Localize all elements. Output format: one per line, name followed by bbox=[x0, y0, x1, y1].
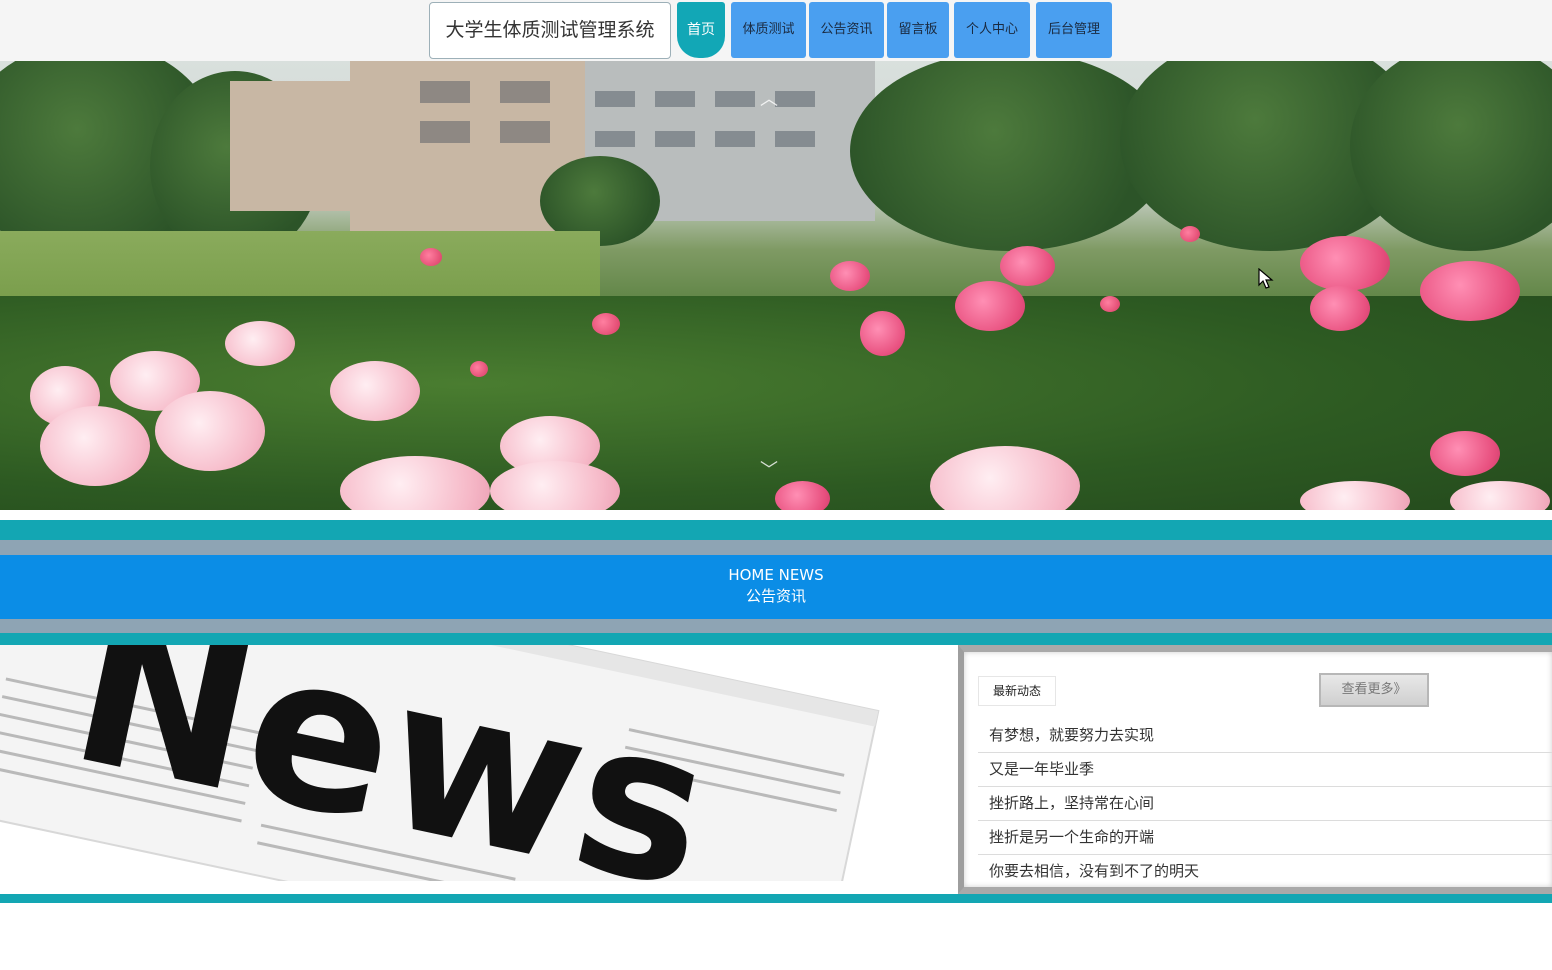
heading-english: HOME NEWS bbox=[728, 566, 824, 584]
nav-personal-center[interactable]: 个人中心 bbox=[954, 2, 1030, 58]
flower bbox=[1000, 246, 1055, 286]
view-more-button[interactable]: 查看更多》 bbox=[1319, 673, 1429, 707]
flower-bud bbox=[1100, 296, 1120, 312]
chevron-up-icon[interactable]: ︿ bbox=[760, 85, 778, 111]
flower bbox=[860, 311, 905, 356]
news-list: 有梦想，就要努力去实现 又是一年毕业季 挫折路上，坚持常在心间 挫折是另一个生命… bbox=[978, 719, 1552, 889]
news-list-item[interactable]: 又是一年毕业季 bbox=[978, 753, 1552, 787]
nav-fitness-test[interactable]: 体质测试 bbox=[731, 2, 806, 58]
chevron-down-icon[interactable]: ﹀ bbox=[760, 456, 778, 482]
flower-bud bbox=[420, 248, 442, 266]
divider-teal bbox=[0, 520, 1552, 540]
divider-gray bbox=[0, 540, 1552, 555]
divider-teal bbox=[0, 633, 1552, 645]
latest-news-tag: 最新动态 bbox=[978, 676, 1056, 706]
site-title[interactable]: 大学生体质测试管理系统 bbox=[429, 2, 671, 59]
flower bbox=[155, 391, 265, 471]
news-list-item[interactable]: 挫折路上，坚持常在心间 bbox=[978, 787, 1552, 821]
hero-banner[interactable]: ︿ ﹀ bbox=[0, 61, 1552, 510]
flower bbox=[830, 261, 870, 291]
flower bbox=[775, 481, 830, 510]
mouse-cursor-icon bbox=[1258, 268, 1274, 289]
news-image[interactable]: News bbox=[0, 645, 950, 889]
background-tree bbox=[1350, 61, 1552, 251]
nav-home[interactable]: 首页 bbox=[677, 2, 725, 58]
flower bbox=[225, 321, 295, 366]
flower bbox=[330, 361, 420, 421]
flower bbox=[1310, 286, 1370, 331]
nav-message-board[interactable]: 留言板 bbox=[887, 2, 949, 58]
latest-news-panel: 最新动态 查看更多》 有梦想，就要努力去实现 又是一年毕业季 挫折路上，坚持常在… bbox=[958, 645, 1552, 894]
divider-gray bbox=[0, 619, 1552, 633]
news-list-item[interactable]: 有梦想，就要努力去实现 bbox=[978, 719, 1552, 753]
footer-area bbox=[0, 903, 1552, 970]
flower-bud bbox=[592, 313, 620, 335]
heading-chinese: 公告资讯 bbox=[745, 587, 806, 605]
flower bbox=[1300, 236, 1390, 291]
flower-bud bbox=[1180, 226, 1200, 242]
flower bbox=[955, 281, 1025, 331]
flower-bud bbox=[470, 361, 488, 377]
divider-teal bbox=[0, 894, 1552, 903]
top-navigation: 大学生体质测试管理系统 首页 体质测试 公告资讯 留言板 个人中心 后台管理 bbox=[0, 0, 1552, 61]
nav-announcements[interactable]: 公告资讯 bbox=[809, 2, 884, 58]
building bbox=[230, 81, 350, 211]
news-list-item[interactable]: 你要去相信，没有到不了的明天 bbox=[978, 855, 1552, 889]
newspaper-illustration: News bbox=[0, 645, 950, 889]
flower bbox=[40, 406, 150, 486]
news-heading: HOME NEWS 公告资讯 bbox=[0, 555, 1552, 619]
news-list-item[interactable]: 挫折是另一个生命的开端 bbox=[978, 821, 1552, 855]
flower bbox=[1430, 431, 1500, 476]
nav-admin[interactable]: 后台管理 bbox=[1036, 2, 1112, 58]
flower bbox=[1420, 261, 1520, 321]
